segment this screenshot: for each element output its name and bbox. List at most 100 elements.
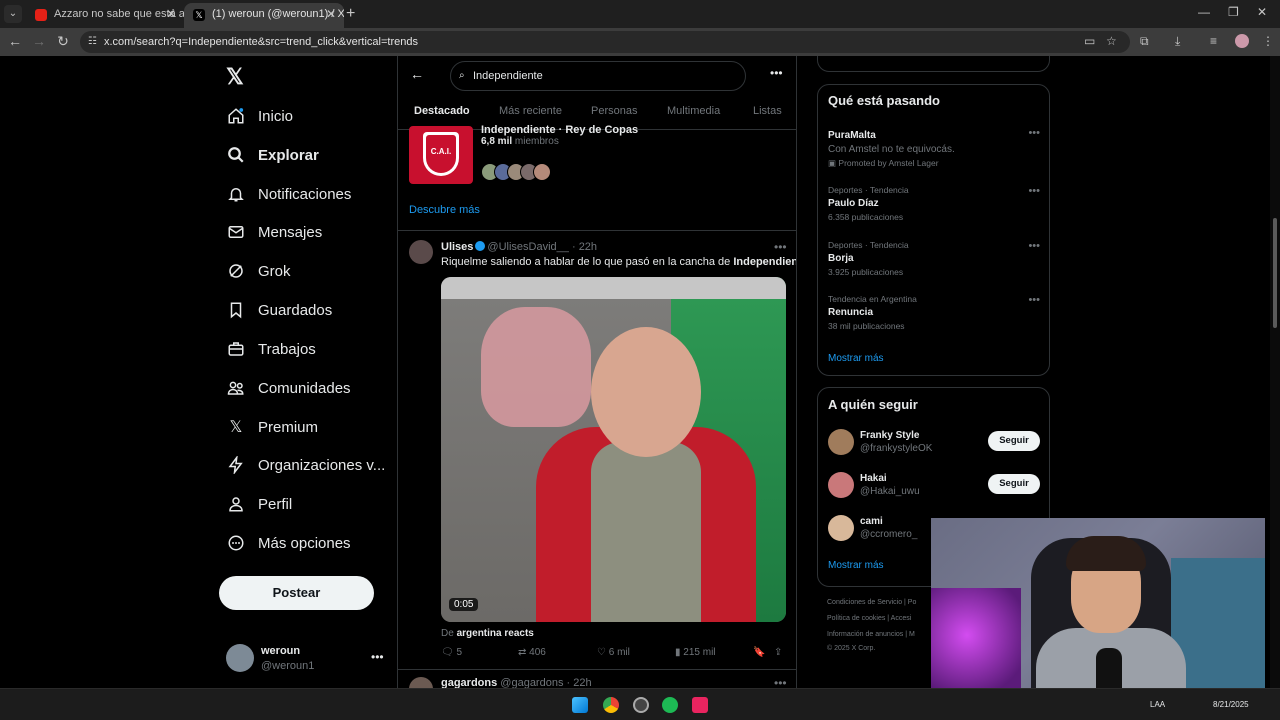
- more-icon[interactable]: •••: [1028, 294, 1040, 306]
- avatar[interactable]: [409, 677, 433, 688]
- sidebar-item-explorar[interactable]: Explorar: [226, 140, 319, 170]
- site-info-icon[interactable]: ☷: [88, 31, 97, 53]
- new-tab-icon[interactable]: +: [346, 5, 355, 23]
- who-to-follow-title: A quién seguir: [828, 397, 918, 412]
- tweet-time[interactable]: 22h: [573, 677, 591, 688]
- x-logo-icon[interactable]: 𝕏: [226, 64, 244, 90]
- tab-multimedia[interactable]: Multimedia: [667, 105, 720, 117]
- more-icon[interactable]: •••: [1028, 127, 1040, 139]
- tab-search-button[interactable]: ⌄: [4, 5, 22, 23]
- reload-icon[interactable]: ↻: [54, 33, 72, 50]
- tiktok-icon[interactable]: [692, 697, 708, 713]
- more-icon[interactable]: •••: [371, 650, 384, 664]
- browser-tab-1[interactable]: Azzaro no sabe que está al aire ✕: [26, 3, 184, 28]
- back-arrow-icon[interactable]: ←: [410, 66, 424, 82]
- tweet-video[interactable]: 0:05: [441, 277, 786, 622]
- share-icon[interactable]: ⇪: [774, 647, 782, 658]
- who-to-follow-show-more-link[interactable]: Mostrar más: [828, 560, 884, 571]
- sidebar-item-label: Premium: [258, 418, 319, 436]
- tweet-author-name[interactable]: gagardons: [441, 677, 497, 688]
- browser-tab-2[interactable]: 𝕏 (1) weroun (@weroun1) / X ✕: [184, 3, 344, 28]
- discover-more-link[interactable]: Descubre más: [409, 204, 480, 216]
- more-icon[interactable]: •••: [1028, 240, 1040, 252]
- follow-suggestion[interactable]: Franky Style @frankystyleOK Seguir: [828, 429, 1040, 457]
- tab-destacado[interactable]: Destacado: [414, 105, 470, 117]
- more-icon[interactable]: •••: [1028, 185, 1040, 197]
- close-tab-icon[interactable]: ✕: [326, 3, 336, 25]
- obs-icon[interactable]: [633, 697, 649, 713]
- bookmark-star-icon[interactable]: ☆: [1106, 34, 1117, 48]
- views-button[interactable]: ▮ 215 mil: [675, 647, 716, 658]
- sidebar-item-inicio[interactable]: Inicio: [226, 101, 293, 131]
- reply-button[interactable]: 🗨 5: [441, 647, 462, 658]
- downloads-icon[interactable]: ⤓: [1175, 34, 1180, 49]
- sidebar-item-comunidades[interactable]: Comunidades: [226, 373, 351, 403]
- close-window-icon[interactable]: ✕: [1257, 5, 1267, 19]
- start-icon[interactable]: [572, 697, 588, 713]
- sidebar-item-notificaciones[interactable]: Notificaciones: [226, 179, 351, 209]
- browser-menu-icon[interactable]: ⋮: [1262, 34, 1274, 48]
- trending-show-more-link[interactable]: Mostrar más: [828, 353, 884, 364]
- sidebar-item-mas-opciones[interactable]: Más opciones: [226, 528, 351, 558]
- trend-item[interactable]: Deportes · Tendencia Paulo Díaz 6.358 pu…: [828, 185, 1040, 222]
- follow-button[interactable]: Seguir: [988, 431, 1040, 451]
- page-scrollbar[interactable]: [1270, 56, 1280, 688]
- tweet-author-name[interactable]: Ulises: [441, 241, 473, 253]
- tab-personas[interactable]: Personas: [591, 105, 637, 117]
- more-icon[interactable]: •••: [774, 240, 787, 254]
- language-indicator[interactable]: LAA: [1150, 700, 1165, 709]
- sidebar-item-guardados[interactable]: Guardados: [226, 295, 332, 325]
- promo-text: Con Amstel no te equivocás.: [828, 144, 955, 155]
- tweet-time[interactable]: 22h: [579, 241, 597, 253]
- trending-title: Qué está pasando: [828, 93, 940, 108]
- minimize-icon[interactable]: —: [1198, 5, 1210, 19]
- follow-button[interactable]: Seguir: [988, 474, 1040, 494]
- spotify-icon[interactable]: [662, 697, 678, 713]
- close-tab-icon[interactable]: ✕: [166, 3, 176, 25]
- avatar[interactable]: [409, 240, 433, 264]
- install-app-icon[interactable]: ▭: [1084, 34, 1095, 48]
- bookmark-icon[interactable]: 🔖: [753, 647, 765, 658]
- sidebar-item-label: Comunidades: [258, 379, 351, 397]
- media-control-icon[interactable]: ≡: [1210, 34, 1217, 48]
- address-bar[interactable]: ☷ x.com/search?q=Independiente&src=trend…: [80, 31, 1130, 53]
- back-icon[interactable]: ←: [6, 33, 24, 49]
- like-count: 6 mil: [608, 647, 630, 658]
- post-button[interactable]: Postear: [219, 576, 374, 610]
- sidebar-item-perfil[interactable]: Perfil: [226, 489, 292, 519]
- sidebar-item-label: Perfil: [258, 495, 293, 513]
- scrollbar-thumb[interactable]: [1273, 218, 1277, 328]
- community-title[interactable]: Independiente · Rey de Copas: [481, 124, 638, 136]
- follow-suggestion[interactable]: Hakai @Hakai_uwu Seguir: [828, 472, 1040, 500]
- footer-links[interactable]: Condiciones de Servicio | Po: [827, 599, 916, 606]
- profile-avatar[interactable]: [1235, 34, 1249, 48]
- sidebar-item-trabajos[interactable]: Trabajos: [226, 334, 316, 364]
- sidebar-item-organizaciones[interactable]: Organizaciones v...: [226, 450, 385, 480]
- promoted-trend[interactable]: PuraMalta Con Amstel no te equivocás. ▣ …: [828, 127, 1040, 169]
- tweet-author-handle[interactable]: @UlisesDavid__: [487, 241, 568, 253]
- trend-item[interactable]: Deportes · Tendencia Borja 3.925 publica…: [828, 240, 1040, 277]
- tweet-actions: 🗨 5 ⇄ 406 ♡ 6 mil ▮ 215 mil 🔖 ⇪: [441, 647, 786, 661]
- system-date[interactable]: 8/21/2025: [1213, 700, 1249, 709]
- sidebar-item-mensajes[interactable]: Mensajes: [226, 217, 322, 247]
- extensions-icon[interactable]: ⧉: [1140, 34, 1149, 49]
- search-input[interactable]: ⌕ Independiente: [450, 61, 746, 91]
- forward-icon[interactable]: →: [30, 33, 48, 49]
- sidebar-item-grok[interactable]: Grok: [226, 256, 291, 286]
- tab-mas-reciente[interactable]: Más reciente: [499, 105, 562, 117]
- more-icon[interactable]: •••: [770, 66, 783, 80]
- restore-icon[interactable]: ❐: [1228, 5, 1239, 19]
- like-button[interactable]: ♡ 6 mil: [597, 647, 630, 658]
- sidebar-item-premium[interactable]: 𝕏 Premium: [226, 412, 318, 442]
- repost-button[interactable]: ⇄ 406: [518, 647, 546, 658]
- reply-icon: 🗨: [441, 647, 454, 658]
- tab-listas[interactable]: Listas: [753, 105, 782, 117]
- footer-links[interactable]: Política de cookies | Accesi: [827, 615, 911, 622]
- from-source[interactable]: argentina reacts: [457, 628, 534, 639]
- chrome-icon[interactable]: [603, 697, 619, 713]
- more-icon[interactable]: •••: [774, 676, 787, 688]
- community-crest-image[interactable]: C.A.I.: [409, 126, 473, 184]
- footer-links[interactable]: Información de anuncios | M: [827, 631, 915, 638]
- tweet-author-handle[interactable]: @gagardons: [500, 677, 563, 688]
- trend-item[interactable]: Tendencia en Argentina Renuncia 38 mil p…: [828, 294, 1040, 331]
